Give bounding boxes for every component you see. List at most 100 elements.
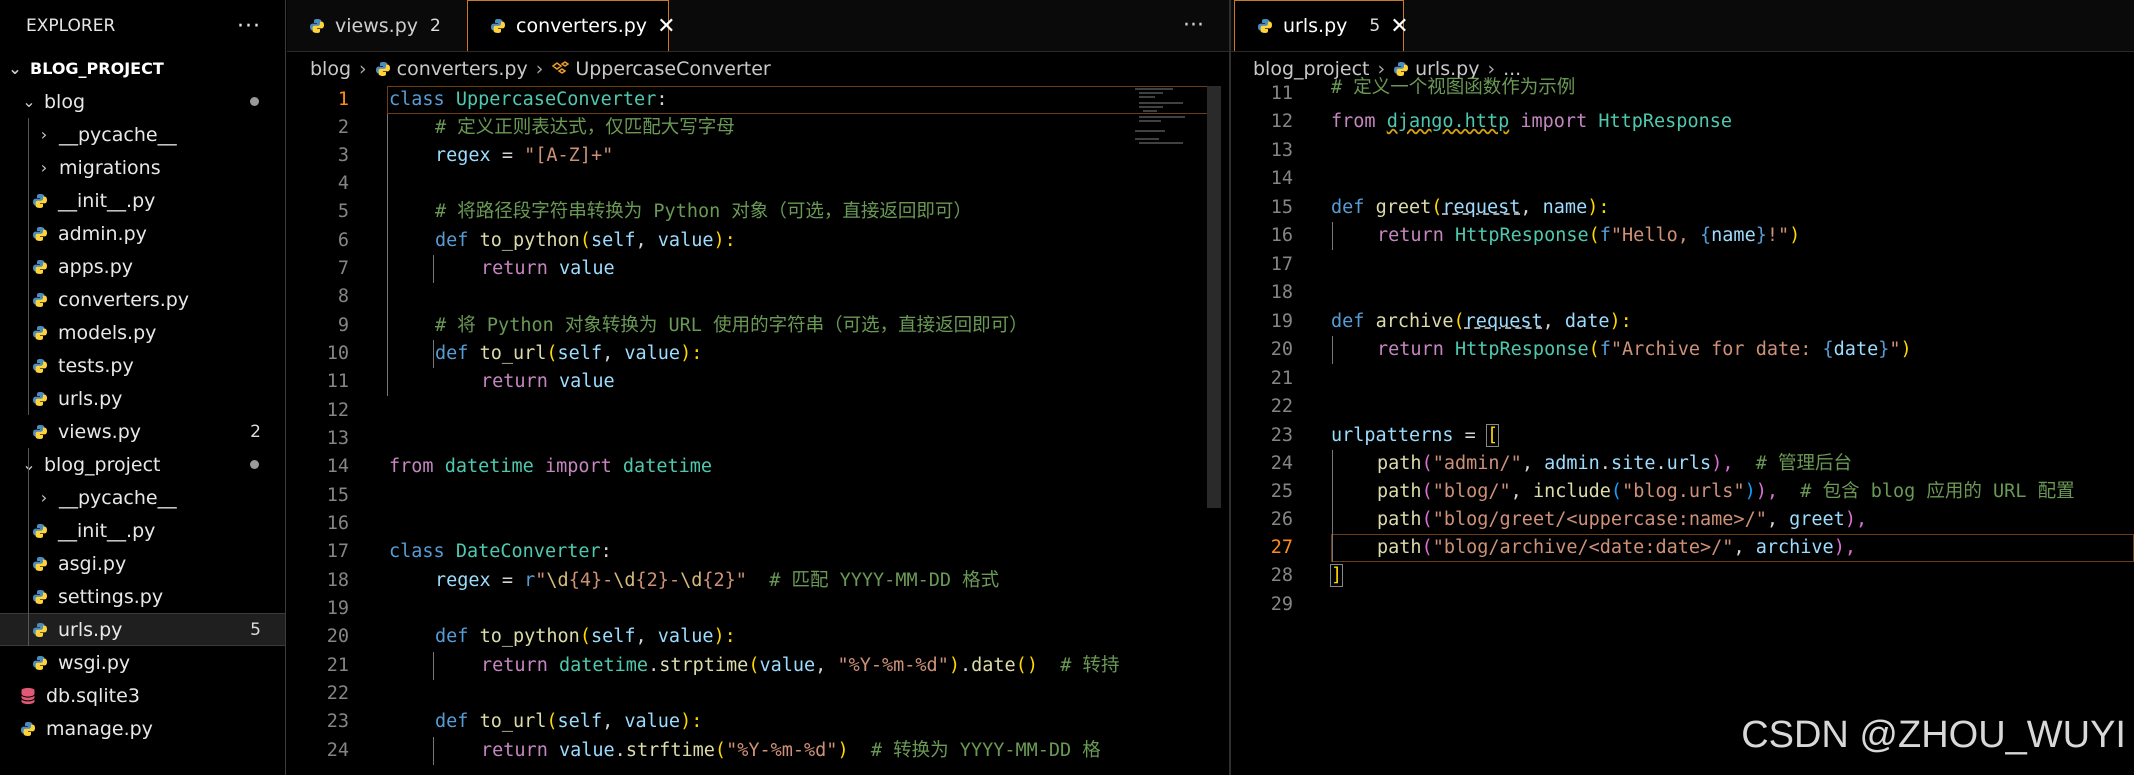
explorer-title: EXPLORER bbox=[26, 16, 116, 36]
python-file-icon bbox=[309, 18, 325, 34]
python-file-icon bbox=[490, 18, 506, 34]
line-number: 7 bbox=[337, 258, 349, 279]
tab-converters[interactable]: converters.py ✕ bbox=[467, 0, 676, 51]
minimap[interactable] bbox=[1133, 86, 1193, 146]
explorer-panel: EXPLORER ··· ⌄ BLOG_PROJECT ⌄ blog › __p… bbox=[0, 0, 286, 775]
chevron-right-icon: › bbox=[40, 125, 48, 144]
chevron-right-icon: › bbox=[40, 488, 48, 507]
line-number: 12 bbox=[1270, 111, 1293, 132]
line-number: 1 bbox=[337, 89, 349, 110]
line-number: 25 bbox=[1270, 481, 1293, 502]
line-number: 13 bbox=[326, 428, 349, 449]
line-number: 3 bbox=[337, 145, 349, 166]
python-file-icon bbox=[32, 622, 48, 638]
tree-label: tests.py bbox=[58, 354, 134, 377]
tree-file-asgi[interactable]: asgi.py bbox=[0, 547, 285, 580]
line-number: 18 bbox=[1270, 282, 1293, 303]
code-line: def greet(request, name): bbox=[1331, 197, 1610, 218]
tree-folder-blog-project[interactable]: ⌄ blog_project bbox=[0, 448, 285, 481]
tree-folder-pycache[interactable]: › __pycache__ bbox=[0, 481, 285, 514]
explorer-more-button[interactable]: ··· bbox=[237, 14, 261, 39]
tree-label: admin.py bbox=[58, 222, 147, 245]
line-number: 4 bbox=[337, 173, 349, 194]
line-number: 20 bbox=[1270, 339, 1293, 360]
tree-label: __pycache__ bbox=[59, 123, 177, 146]
line-number: 6 bbox=[337, 230, 349, 251]
tree-file-views[interactable]: views.py 2 bbox=[0, 415, 285, 448]
tree-file-models[interactable]: models.py bbox=[0, 316, 285, 349]
line-number: 16 bbox=[1270, 225, 1293, 246]
breadcrumb-item[interactable]: converters.py bbox=[397, 58, 528, 80]
tree-label: apps.py bbox=[58, 255, 134, 278]
code-line: # 定义正则表达式，仅匹配大写字母 bbox=[435, 117, 735, 138]
line-number: 21 bbox=[1270, 368, 1293, 389]
tree-file-admin[interactable]: admin.py bbox=[0, 217, 285, 250]
tab-urls[interactable]: urls.py 5 ✕ bbox=[1234, 0, 1409, 51]
tree-label: asgi.py bbox=[58, 552, 127, 575]
breadcrumb: blog › converters.py › UppercaseConverte… bbox=[310, 52, 771, 85]
right-editor[interactable]: 11 12 13 14 15 16 17 18 19 20 21 22 23 2… bbox=[1231, 77, 2134, 769]
code-line: # 将路径段字符串转换为 Python 对象（可选，直接返回即可） bbox=[435, 201, 972, 222]
code-line: def to_url(self, value): bbox=[435, 711, 703, 732]
python-file-icon bbox=[32, 193, 48, 209]
tree-label: __init__.py bbox=[58, 189, 156, 212]
tree-label: converters.py bbox=[58, 288, 190, 311]
tree-file-apps[interactable]: apps.py bbox=[0, 250, 285, 283]
line-number: 15 bbox=[1270, 197, 1293, 218]
left-editor[interactable]: 1 2 3 4 5 6 7 8 9 10 11 12 13 14 15 16 1… bbox=[287, 86, 1229, 775]
vertical-scrollbar[interactable] bbox=[1207, 86, 1221, 508]
line-number: 19 bbox=[326, 598, 349, 619]
editor-more-button[interactable]: ··· bbox=[1167, 0, 1229, 51]
breadcrumb-item[interactable]: UppercaseConverter bbox=[575, 58, 770, 80]
tree-file-db[interactable]: db.sqlite3 bbox=[0, 679, 285, 712]
indent-guide bbox=[1332, 450, 1333, 562]
line-number: 29 bbox=[1270, 594, 1293, 615]
python-file-icon bbox=[32, 523, 48, 539]
problem-count-badge: 5 bbox=[250, 619, 261, 640]
tree-folder-blog[interactable]: ⌄ blog bbox=[0, 85, 285, 118]
tree-file-settings[interactable]: settings.py bbox=[0, 580, 285, 613]
code-line: path("admin/", admin.site.urls), # 管理后台 bbox=[1377, 453, 1853, 474]
tree-label: __pycache__ bbox=[59, 486, 177, 509]
tree-file-urls[interactable]: urls.py bbox=[0, 382, 285, 415]
tree-file-manage[interactable]: manage.py bbox=[0, 712, 285, 745]
line-number: 16 bbox=[326, 513, 349, 534]
tree-file-init[interactable]: __init__.py bbox=[0, 184, 285, 217]
close-icon[interactable]: ✕ bbox=[1390, 14, 1408, 39]
tree-file-tests[interactable]: tests.py bbox=[0, 349, 285, 382]
breadcrumb-item[interactable]: blog bbox=[310, 58, 351, 80]
python-file-icon bbox=[32, 424, 48, 440]
line-number: 9 bbox=[337, 315, 349, 336]
line-number: 18 bbox=[326, 570, 349, 591]
close-icon[interactable]: ✕ bbox=[657, 14, 675, 39]
tab-views[interactable]: views.py 2 bbox=[287, 0, 465, 51]
python-file-icon bbox=[20, 721, 36, 737]
chevron-right-icon: › bbox=[359, 57, 367, 80]
tab-problem-count: 2 bbox=[430, 15, 441, 36]
tree-file-converters[interactable]: converters.py bbox=[0, 283, 285, 316]
code-line: # 将 Python 对象转换为 URL 使用的字符串（可选，直接返回即可） bbox=[435, 315, 1028, 336]
tree-folder-migrations[interactable]: › migrations bbox=[0, 151, 285, 184]
tree-indent-guide bbox=[28, 118, 29, 415]
line-number: 24 bbox=[326, 740, 349, 761]
tree-folder-pycache[interactable]: › __pycache__ bbox=[0, 118, 285, 151]
indent-guide bbox=[433, 340, 434, 368]
code-line: class UppercaseConverter: bbox=[389, 89, 668, 110]
tree-file-init[interactable]: __init__.py bbox=[0, 514, 285, 547]
code-line: path("blog/archive/<date:date>/", archiv… bbox=[1377, 537, 1856, 558]
line-number: 5 bbox=[337, 201, 349, 222]
tree-label: wsgi.py bbox=[58, 651, 131, 674]
code-line: def to_python(self, value): bbox=[435, 626, 736, 647]
chevron-right-icon: › bbox=[535, 57, 544, 80]
project-root[interactable]: ⌄ BLOG_PROJECT bbox=[0, 52, 285, 85]
line-number: 22 bbox=[326, 683, 349, 704]
tree-file-urls-selected[interactable]: urls.py 5 bbox=[0, 613, 285, 646]
tree-label: migrations bbox=[59, 156, 161, 179]
tree-file-wsgi[interactable]: wsgi.py bbox=[0, 646, 285, 679]
line-number: 23 bbox=[326, 711, 349, 732]
line-number: 13 bbox=[1270, 140, 1293, 161]
code-line: return value bbox=[481, 371, 615, 392]
tree-label: __init__.py bbox=[58, 519, 156, 542]
indent-guide bbox=[433, 255, 434, 283]
indent-guide bbox=[1332, 222, 1333, 250]
